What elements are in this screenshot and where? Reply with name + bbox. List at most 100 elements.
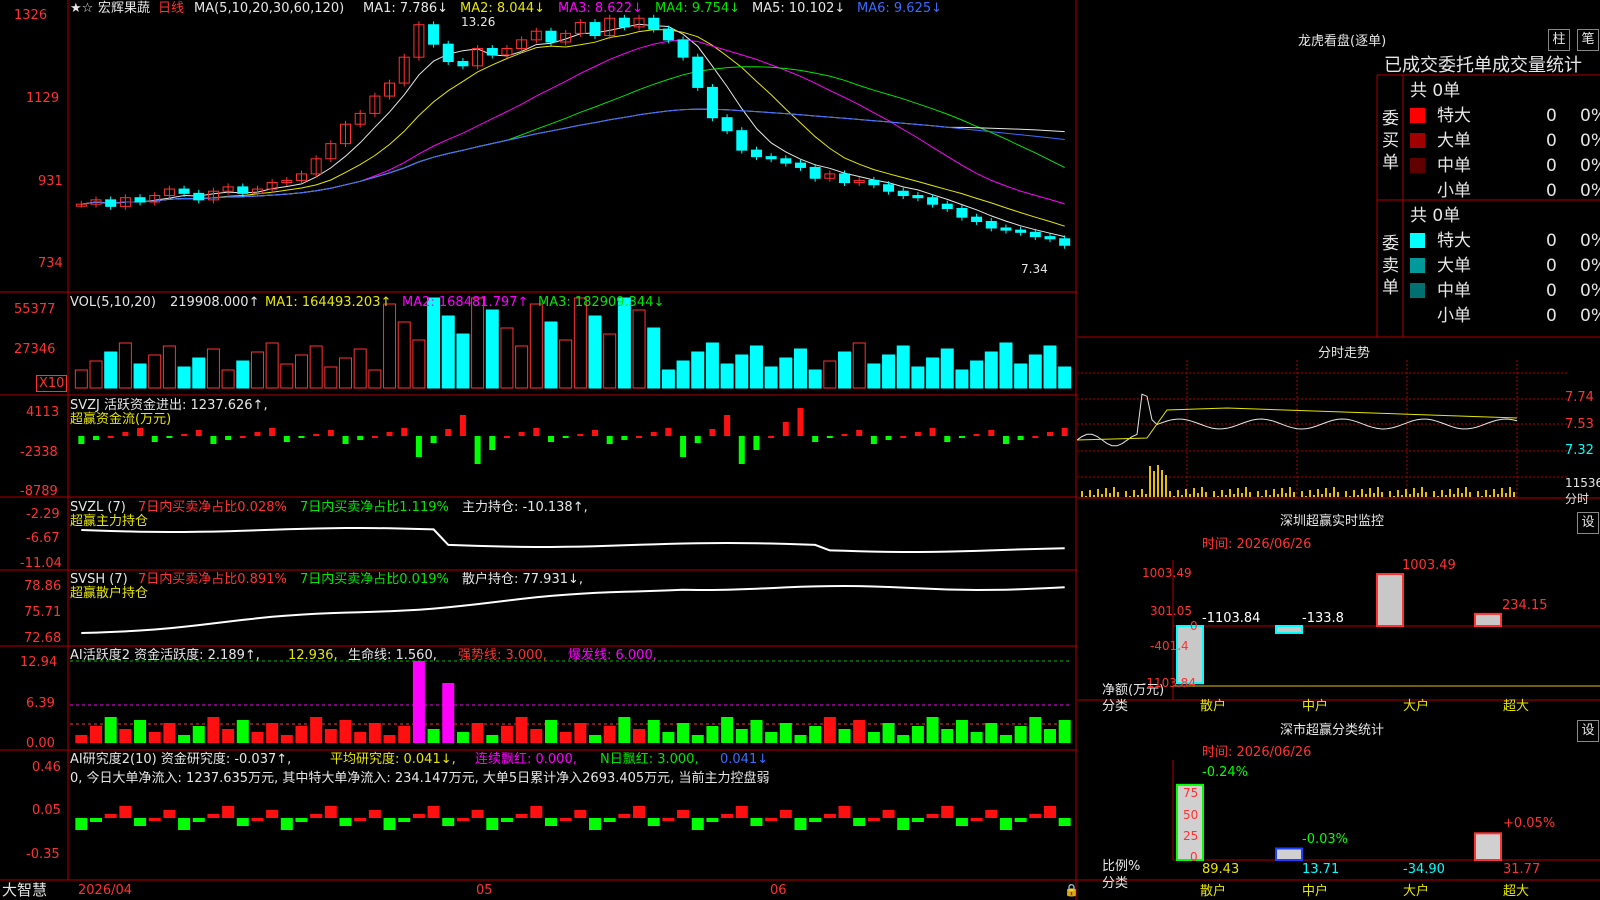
ma1-value: MA1: 7.786↓	[363, 1, 449, 16]
order-pct: 0%	[1580, 106, 1600, 126]
research-bar	[295, 818, 308, 822]
activity-bar	[119, 729, 132, 743]
research-bar	[882, 810, 895, 818]
stat-bar-3	[1474, 832, 1502, 861]
order-count: 0	[1546, 231, 1557, 251]
fundflow-bar	[1061, 428, 1068, 436]
stat-cat: 分类	[1102, 876, 1129, 891]
research-bar	[251, 818, 264, 821]
volume-bar	[383, 303, 397, 389]
stat-bar-1	[1275, 847, 1303, 861]
svsh-p1: 7日内买卖净占比0.891%	[138, 572, 287, 587]
activity-bar	[192, 726, 205, 743]
ai2-tick-0: 0.46	[32, 760, 61, 775]
activity-bar	[574, 723, 587, 743]
candle-body	[971, 216, 983, 222]
x-date-2: 06	[770, 883, 787, 898]
research-bar	[354, 818, 367, 821]
monitor-settings-button[interactable]: 设	[1577, 512, 1599, 534]
buy-total: 共 0单	[1410, 81, 1461, 101]
research-bar	[471, 810, 484, 818]
fundflow-bar	[797, 408, 804, 436]
research-bar	[838, 806, 851, 818]
fenshi-vol-bar	[1185, 489, 1187, 497]
fundflow-bar	[181, 434, 188, 436]
fenshi-vol-bar	[1505, 493, 1507, 497]
activity-bar	[867, 732, 880, 743]
volume-bar	[793, 348, 807, 389]
fenshi-vol-bar	[1245, 487, 1247, 497]
research-bar	[442, 818, 455, 826]
volume-bar	[603, 333, 617, 389]
candle-body	[750, 149, 762, 158]
fenshi-vol-bar	[1313, 495, 1315, 497]
research-bar	[647, 818, 660, 826]
fenshi-vol-bar	[1465, 487, 1467, 497]
research-bar	[310, 814, 323, 818]
category-label: 大户	[1403, 884, 1430, 899]
fenshi-vol-bar	[1493, 489, 1495, 497]
candle-body	[1059, 238, 1071, 246]
fenshi-vol-bar	[1217, 496, 1219, 497]
star-icon[interactable]: ★☆	[70, 1, 93, 16]
research-bar	[985, 810, 998, 818]
order-color-swatch	[1410, 308, 1425, 323]
volume-bar	[529, 303, 543, 389]
candle-body	[677, 39, 689, 58]
volume-bar	[970, 360, 984, 389]
low-price-label: 7.34	[1021, 262, 1048, 276]
tick-mode-button[interactable]: 笔	[1577, 29, 1599, 51]
svzl-tick-0: -2.29	[26, 507, 60, 522]
fenshi-vol-bar	[1169, 491, 1171, 497]
activity-bar	[589, 735, 602, 743]
ai2-tick-1: 0.05	[32, 803, 61, 818]
monitor-bar-0	[1176, 625, 1204, 685]
fenshi-title: 分时走势	[1318, 346, 1371, 361]
volume-bar	[852, 342, 866, 389]
candle-body	[721, 117, 733, 132]
fenshi-vol-bar	[1417, 493, 1419, 497]
svzj-tick-2: -8789	[20, 484, 58, 499]
activity-bar	[765, 732, 778, 743]
candle-body	[706, 86, 718, 119]
fenshi-vol-bar	[1333, 487, 1335, 497]
research-bar	[280, 818, 293, 830]
fenshi-vol-bar	[1437, 496, 1439, 497]
research-bar	[691, 818, 704, 830]
fenshi-vol-bar	[1277, 494, 1279, 497]
stat-tick-2: 25	[1183, 829, 1199, 843]
vol-value: 219908.000↑	[170, 295, 260, 310]
candle-body	[839, 173, 851, 184]
order-pct: 0%	[1580, 156, 1600, 176]
research-bar	[324, 806, 337, 818]
stat-settings-button[interactable]: 设	[1577, 720, 1599, 742]
activity-bar	[280, 735, 293, 743]
fenshi-vol-bar	[1497, 494, 1499, 497]
volume-bar	[1043, 345, 1057, 389]
stat-change-label: -0.03%	[1302, 832, 1348, 847]
stat-date: 时间: 2026/06/26	[1202, 745, 1312, 760]
bar-mode-button[interactable]: 柱	[1548, 29, 1570, 51]
candle-body	[794, 162, 806, 168]
activity-bar	[647, 720, 660, 743]
fenshi-vol-bar	[1201, 487, 1203, 497]
fenshi-vol-bar	[1489, 495, 1491, 497]
fundflow-bar	[1032, 436, 1039, 438]
activity-bar	[662, 732, 675, 743]
volume-bar	[515, 345, 529, 389]
monitor-title: 深圳超赢实时监控	[1280, 514, 1385, 529]
ai2-v2: 平均研究度: 0.041↓,	[330, 752, 456, 767]
research-bar	[75, 818, 88, 830]
activity-bar	[911, 726, 924, 743]
volume-bar	[1014, 363, 1028, 389]
activity-bar	[90, 726, 103, 743]
ai2-v3: 连续飘红: 0.000,	[475, 752, 577, 767]
candle-body	[868, 179, 880, 186]
brand-logo[interactable]: 大智慧	[2, 883, 47, 898]
volume-bar	[661, 369, 675, 389]
activity-bar	[941, 729, 954, 743]
research-bar	[633, 806, 646, 818]
fenshi-vol-bar	[1357, 495, 1359, 497]
period-label[interactable]: 日线	[158, 1, 184, 16]
fundflow-bar	[195, 430, 202, 436]
